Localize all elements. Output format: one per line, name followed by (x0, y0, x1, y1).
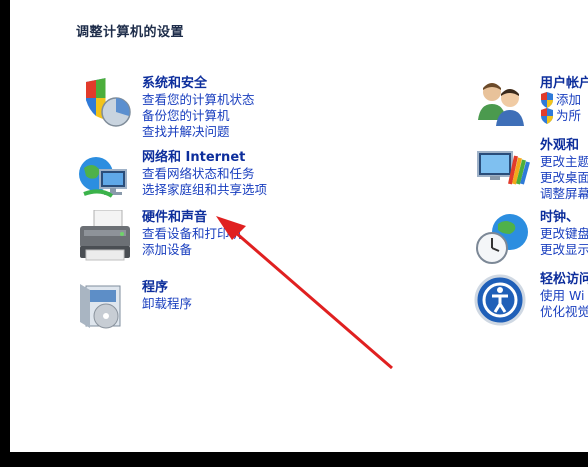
category-user-accounts: 用户帐户 添加 为所 (474, 76, 588, 136)
uac-shield-icon (541, 92, 553, 108)
category-system-security: 系统和安全 查看您的计算机状态 备份您的计算机 查找并解决问题 (76, 76, 376, 139)
category-title-system-security[interactable]: 系统和安全 (142, 76, 442, 92)
category-clock-region: 时钟、 更改键盘 更改显示 (474, 210, 588, 270)
category-hardware-sound: 硬件和声音 查看设备和打印机 添加设备 (76, 209, 376, 270)
programs-box-icon[interactable] (76, 280, 132, 336)
category-programs: 程序 卸载程序 (76, 280, 376, 336)
link-view-network-status[interactable]: 查看网络状态和任务 (142, 166, 442, 182)
category-title-appearance[interactable]: 外观和 (540, 138, 588, 154)
link-change-desktop[interactable]: 更改桌面 (540, 170, 588, 186)
category-network-internet: 网络和 Internet 查看网络状态和任务 选择家庭组和共享选项 (76, 150, 376, 206)
link-backup-computer[interactable]: 备份您的计算机 (142, 108, 442, 124)
link-change-theme[interactable]: 更改主题 (540, 154, 588, 170)
appearance-monitor-icon[interactable] (474, 138, 530, 194)
clock-globe-icon[interactable] (474, 210, 530, 266)
category-title-clock-region[interactable]: 时钟、 (540, 210, 588, 226)
link-optimize-visual-display[interactable]: 优化视觉 (540, 304, 588, 320)
link-use-windows-suggestions[interactable]: 使用 Wi (540, 288, 588, 304)
category-title-network-internet[interactable]: 网络和 Internet (142, 150, 442, 166)
link-label: 为所 (556, 108, 582, 123)
category-appearance: 外观和 更改主题 更改桌面 调整屏幕 (474, 138, 588, 201)
link-homegroup-sharing[interactable]: 选择家庭组和共享选项 (142, 182, 442, 198)
link-find-fix-problems[interactable]: 查找并解决问题 (142, 124, 442, 140)
ease-of-access-icon[interactable] (474, 272, 530, 328)
link-add-device[interactable]: 添加设备 (142, 242, 442, 258)
category-ease-of-access: 轻松访问 使用 Wi 优化视觉 (474, 272, 588, 332)
link-view-devices-printers[interactable]: 查看设备和打印机 (142, 226, 442, 242)
link-label: 添加 (556, 92, 582, 107)
link-add-user[interactable]: 添加 (540, 92, 588, 108)
link-change-keyboard[interactable]: 更改键盘 (540, 226, 588, 242)
user-accounts-icon[interactable] (474, 76, 530, 132)
link-view-computer-status[interactable]: 查看您的计算机状态 (142, 92, 442, 108)
link-change-display[interactable]: 更改显示 (540, 242, 588, 258)
category-title-ease-of-access[interactable]: 轻松访问 (540, 272, 588, 288)
link-uninstall-program[interactable]: 卸载程序 (142, 296, 442, 312)
category-title-hardware-sound[interactable]: 硬件和声音 (142, 210, 442, 226)
control-panel-window: 调整计算机的设置 系统和安全 查看您的计算机状态 备份您的计算机 查找并解决问题 (10, 0, 588, 452)
category-title-user-accounts[interactable]: 用户帐户 (540, 76, 588, 92)
network-globe-icon[interactable] (76, 150, 132, 206)
category-title-programs[interactable]: 程序 (142, 280, 442, 296)
page-title: 调整计算机的设置 (76, 25, 185, 40)
link-family-safety[interactable]: 为所 (540, 108, 588, 124)
printer-icon[interactable] (76, 209, 132, 266)
link-adjust-screen[interactable]: 调整屏幕 (540, 186, 588, 202)
shield-security-icon[interactable] (76, 76, 132, 132)
uac-shield-icon (541, 108, 553, 124)
